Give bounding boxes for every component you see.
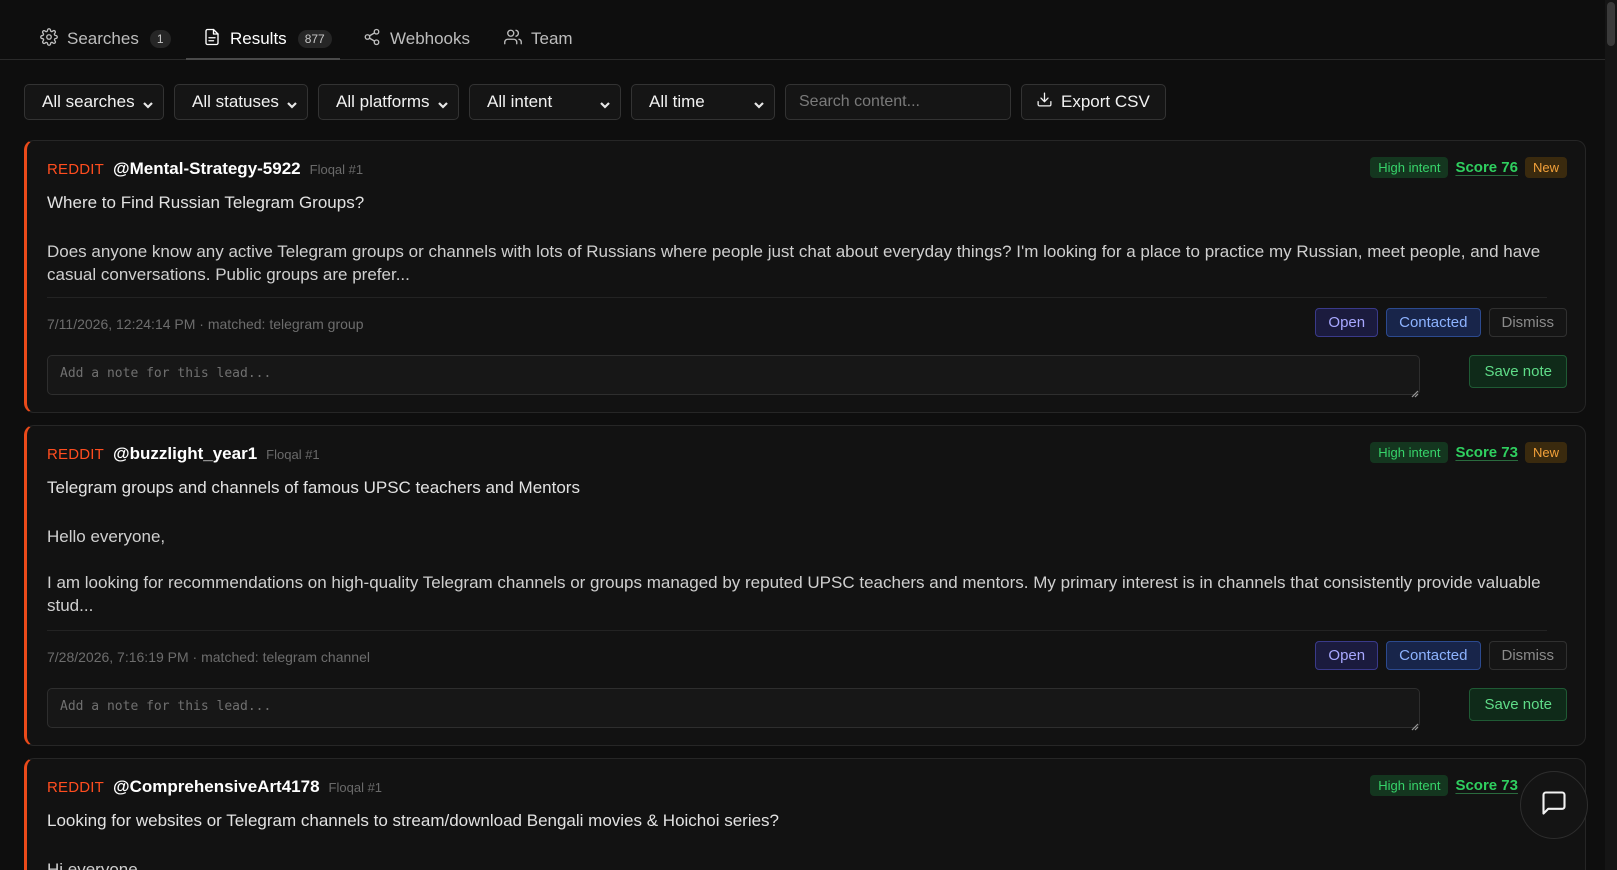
- resize-grip-icon[interactable]: [1411, 718, 1419, 731]
- card-header: REDDIT @ComprehensiveArt4178 Floqal #1: [47, 777, 382, 799]
- export-csv-button[interactable]: Export CSV: [1021, 84, 1166, 120]
- tab-label: Webhooks: [390, 29, 471, 48]
- card-header: REDDIT @Mental-Strategy-5922 Floqal #1: [47, 159, 363, 181]
- resize-grip-icon[interactable]: [1411, 385, 1419, 398]
- save-note-button[interactable]: Save note: [1469, 688, 1567, 721]
- contacted-button[interactable]: Contacted: [1386, 641, 1481, 670]
- card-actions: Open Contacted Dismiss: [1315, 641, 1567, 670]
- search-reference: Floqal #1: [309, 162, 364, 177]
- score-badge[interactable]: Score 76: [1455, 159, 1518, 176]
- chat-support-button[interactable]: [1520, 771, 1588, 839]
- select-value: All statuses: [192, 92, 279, 111]
- dismiss-button[interactable]: Dismiss: [1488, 308, 1567, 337]
- contacted-button[interactable]: Contacted: [1386, 308, 1481, 337]
- score-badge[interactable]: Score 73: [1455, 444, 1518, 461]
- chevron-down-icon: [286, 96, 298, 109]
- tab-label: Results: [230, 29, 287, 48]
- export-label: Export CSV: [1061, 92, 1150, 111]
- post-title[interactable]: Looking for websites or Telegram channel…: [47, 811, 779, 831]
- intent-badge: High intent: [1370, 442, 1449, 463]
- chat-bubble-icon: [1540, 789, 1568, 822]
- tab-label: Team: [531, 29, 573, 48]
- post-meta: 7/11/2026, 12:24:14 PM · matched: telegr…: [47, 316, 364, 332]
- search-reference: Floqal #1: [266, 447, 320, 462]
- searches-filter-select[interactable]: All searches: [24, 84, 164, 120]
- lead-note-input[interactable]: [47, 355, 1420, 395]
- tab-results[interactable]: Results 877: [203, 22, 332, 56]
- intent-filter-select[interactable]: All intent: [469, 84, 621, 120]
- post-title[interactable]: Where to Find Russian Telegram Groups?: [47, 193, 364, 213]
- card-badges: High intent Score 76 New: [1370, 157, 1567, 178]
- time-filter-select[interactable]: All time: [631, 84, 775, 120]
- chevron-down-icon: [599, 96, 611, 109]
- tab-count-badge: 877: [297, 30, 332, 48]
- filter-bar: All searches All statuses All platforms …: [24, 84, 1166, 120]
- card-divider: [47, 297, 1547, 298]
- platform-label: REDDIT: [47, 779, 105, 796]
- active-tab-indicator: [186, 58, 340, 60]
- select-value: All intent: [487, 92, 553, 111]
- tab-team[interactable]: Team: [504, 22, 573, 56]
- post-meta: 7/28/2026, 7:16:19 PM · matched: telegra…: [47, 649, 370, 665]
- result-card: REDDIT @Mental-Strategy-5922 Floqal #1 H…: [24, 140, 1586, 413]
- select-value: All platforms: [336, 92, 430, 111]
- card-actions: Open Contacted Dismiss: [1315, 308, 1567, 337]
- result-card: REDDIT @ComprehensiveArt4178 Floqal #1 H…: [24, 758, 1586, 870]
- author-handle[interactable]: @ComprehensiveArt4178: [113, 777, 320, 797]
- platform-label: REDDIT: [47, 446, 105, 463]
- result-card: REDDIT @buzzlight_year1 Floqal #1 High i…: [24, 425, 1586, 746]
- author-handle[interactable]: @buzzlight_year1: [113, 444, 257, 464]
- save-note-button[interactable]: Save note: [1469, 355, 1567, 388]
- dismiss-button[interactable]: Dismiss: [1488, 641, 1567, 670]
- chevron-down-icon: [142, 96, 154, 109]
- users-icon: [504, 28, 522, 51]
- content-search-input[interactable]: [785, 84, 1011, 120]
- tab-count-badge: 1: [149, 30, 171, 48]
- tab-searches[interactable]: Searches 1: [40, 22, 171, 56]
- card-header: REDDIT @buzzlight_year1 Floqal #1: [47, 444, 320, 466]
- chevron-down-icon: [437, 96, 449, 109]
- card-badges: High intent Score 73 New: [1370, 442, 1567, 463]
- intent-badge: High intent: [1370, 157, 1449, 178]
- score-badge[interactable]: Score 73: [1455, 777, 1518, 794]
- chevron-down-icon: [753, 96, 765, 109]
- lead-note-input[interactable]: [47, 688, 1420, 728]
- status-badge: New: [1524, 157, 1567, 178]
- share-nodes-icon: [363, 28, 381, 51]
- platform-label: REDDIT: [47, 161, 105, 178]
- open-button[interactable]: Open: [1315, 308, 1379, 337]
- scrollbar-thumb[interactable]: [1607, 2, 1615, 46]
- search-reference: Floqal #1: [328, 780, 383, 795]
- open-button[interactable]: Open: [1315, 641, 1379, 670]
- post-title[interactable]: Telegram groups and channels of famous U…: [47, 478, 580, 498]
- author-handle[interactable]: @Mental-Strategy-5922: [113, 159, 301, 179]
- platforms-filter-select[interactable]: All platforms: [318, 84, 459, 120]
- card-divider: [47, 630, 1547, 631]
- tab-bar: Searches 1 Results 877 Webhooks Team: [0, 0, 1605, 60]
- post-body: Hi everyone,: [47, 860, 143, 870]
- app-root: Searches 1 Results 877 Webhooks Team All…: [0, 0, 1617, 870]
- post-body: Hello everyone, I am looking for recomme…: [47, 527, 1541, 615]
- statuses-filter-select[interactable]: All statuses: [174, 84, 308, 120]
- tab-label: Searches: [67, 29, 139, 48]
- gear-icon: [40, 27, 58, 51]
- intent-badge: High intent: [1370, 775, 1449, 796]
- post-body: Does anyone know any active Telegram gro…: [47, 242, 1541, 284]
- select-value: All time: [649, 92, 705, 111]
- document-icon: [203, 28, 221, 51]
- download-icon: [1036, 91, 1053, 113]
- scrollbar[interactable]: [1605, 0, 1617, 870]
- select-value: All searches: [42, 92, 135, 111]
- tab-webhooks[interactable]: Webhooks: [363, 22, 470, 56]
- status-badge: New: [1524, 442, 1567, 463]
